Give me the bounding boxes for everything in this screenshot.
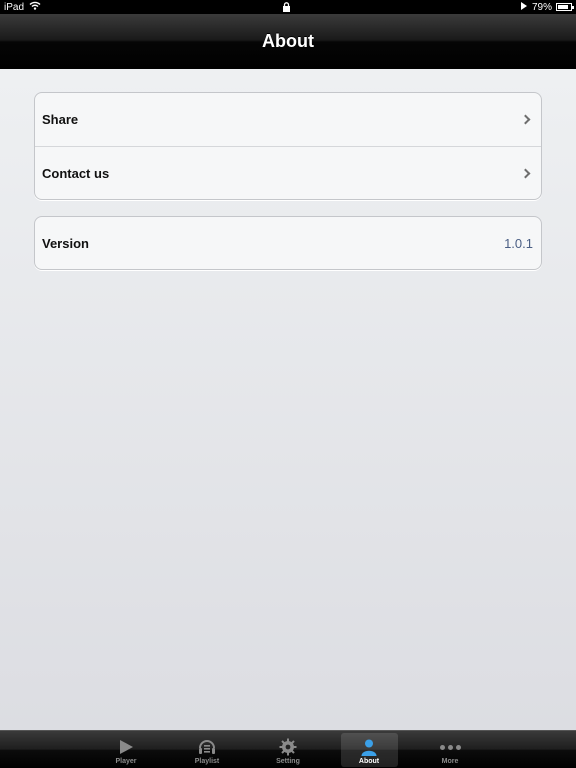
share-row[interactable]: Share [35, 93, 541, 146]
status-bar: iPad 79% [0, 0, 576, 14]
nav-bar: About [0, 14, 576, 69]
version-value: 1.0.1 [504, 236, 533, 251]
battery-icon [556, 3, 574, 11]
contact-us-row[interactable]: Contact us [35, 146, 541, 199]
version-label: Version [42, 236, 89, 251]
share-label: Share [42, 112, 79, 127]
person-icon [360, 738, 378, 756]
chevron-right-icon [520, 114, 531, 125]
play-icon [119, 738, 133, 756]
info-group: Version 1.0.1 [34, 216, 542, 270]
tab-setting[interactable]: Setting [260, 731, 317, 767]
device-name: iPad [4, 1, 25, 13]
tab-label: Setting [276, 758, 300, 765]
tab-label: Player [115, 758, 137, 765]
tab-player[interactable]: Player [98, 731, 155, 767]
version-row: Version 1.0.1 [35, 217, 541, 269]
tab-bar: Player Playlist Setting About More [0, 730, 576, 768]
links-group: Share Contact us [34, 92, 542, 200]
contact-us-label: Contact us [42, 166, 110, 181]
tab-about[interactable]: About [340, 733, 398, 767]
tab-label: Playlist [194, 758, 220, 765]
tab-label: About [358, 758, 380, 765]
playlist-icon [197, 738, 217, 756]
status-right: 79% [520, 1, 574, 13]
gear-icon [279, 738, 297, 756]
tab-more[interactable]: More [422, 731, 479, 767]
status-left: iPad [4, 1, 41, 13]
battery-percent: 79% [531, 1, 552, 13]
chevron-right-icon [520, 168, 531, 179]
play-status-icon [520, 1, 528, 13]
more-dots-icon [439, 738, 461, 756]
wifi-icon [29, 1, 41, 13]
tab-playlist[interactable]: Playlist [179, 731, 236, 767]
page-title: About [262, 30, 314, 51]
content-area: Share Contact us Version 1.0.1 [0, 69, 576, 730]
tab-label: More [441, 758, 459, 765]
